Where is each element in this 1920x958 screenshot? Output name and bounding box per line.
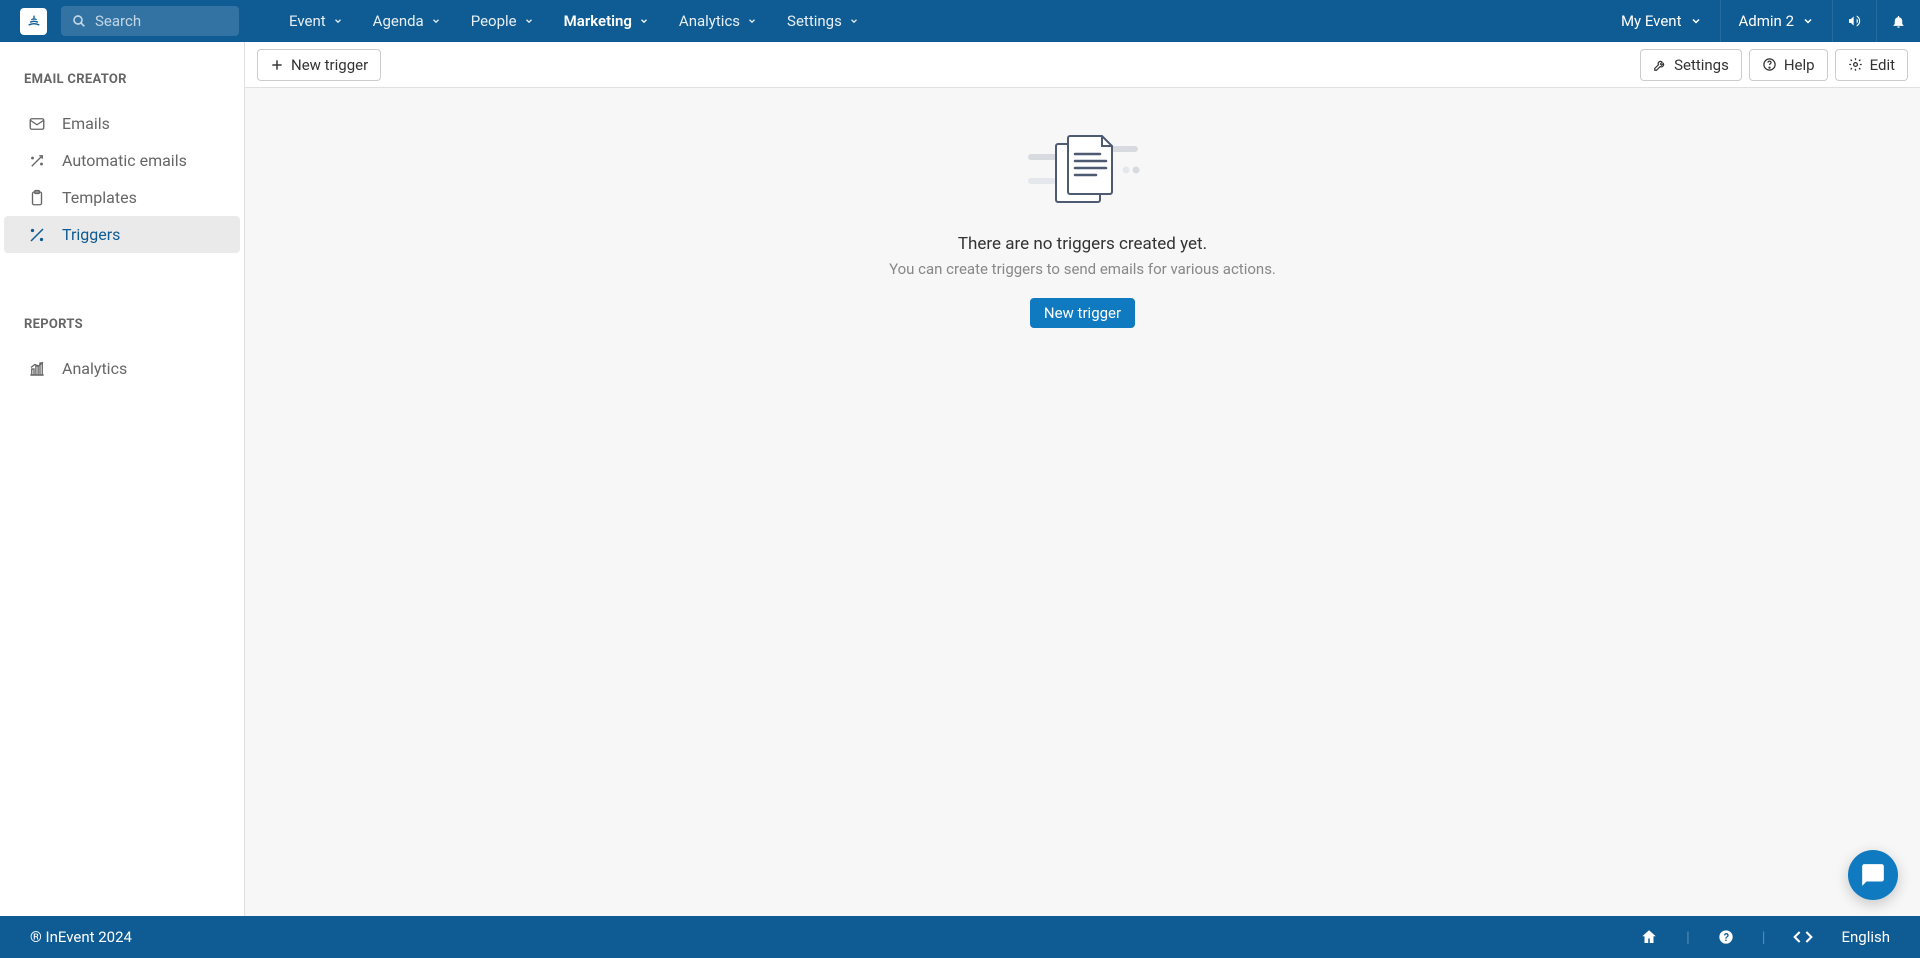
home-icon — [1640, 928, 1658, 946]
nav-settings-label: Settings — [787, 12, 842, 30]
question-circle-icon — [1762, 57, 1777, 72]
top-nav-right: My Event Admin 2 — [1603, 0, 1920, 42]
nav-marketing-label: Marketing — [564, 12, 632, 30]
sidebar-section-reports: REPORTS — [0, 311, 244, 350]
chevron-down-icon — [639, 16, 649, 26]
nav-analytics[interactable]: Analytics — [679, 12, 757, 30]
footer-copyright: ® InEvent 2024 — [30, 928, 132, 946]
sidebar-item-label: Templates — [62, 188, 137, 207]
chart-icon — [28, 360, 46, 378]
button-label: Settings — [1674, 56, 1729, 74]
sidebar-item-automatic-emails[interactable]: Automatic emails — [4, 142, 240, 179]
button-label: New trigger — [291, 56, 368, 74]
empty-documents-icon — [1018, 126, 1148, 216]
sidebar-item-label: Analytics — [62, 359, 127, 378]
new-trigger-button[interactable]: New trigger — [257, 49, 381, 81]
help-button[interactable]: Help — [1749, 49, 1828, 81]
toolbar: New trigger Settings Help Edit — [245, 42, 1920, 88]
sidebar-item-analytics[interactable]: Analytics — [4, 350, 240, 387]
nav-agenda-label: Agenda — [373, 12, 424, 30]
gear-icon — [1848, 57, 1863, 72]
top-nav: Event Agenda People Marketing Analytics … — [289, 12, 859, 30]
nav-settings[interactable]: Settings — [787, 12, 859, 30]
chevron-down-icon — [431, 16, 441, 26]
chevron-down-icon — [1690, 15, 1702, 27]
content-area: There are no triggers created yet. You c… — [245, 88, 1920, 916]
sidebar-item-emails[interactable]: Emails — [4, 105, 240, 142]
chevron-down-icon — [849, 16, 859, 26]
event-selector-label: My Event — [1621, 12, 1682, 30]
sidebar-item-templates[interactable]: Templates — [4, 179, 240, 216]
sidebar-item-label: Automatic emails — [62, 151, 187, 170]
nav-people[interactable]: People — [471, 12, 534, 30]
chat-widget[interactable] — [1848, 850, 1898, 900]
bullhorn-icon — [1847, 13, 1863, 29]
main-area: New trigger Settings Help Edit — [245, 42, 1920, 916]
chevron-down-icon — [747, 16, 757, 26]
envelope-icon — [28, 115, 46, 133]
magic-wand-icon — [28, 226, 46, 244]
user-menu[interactable]: Admin 2 — [1720, 0, 1832, 42]
announcement-button[interactable] — [1832, 0, 1876, 42]
code-icon — [1793, 927, 1813, 947]
search-box[interactable] — [61, 6, 239, 36]
empty-title: There are no triggers created yet. — [958, 234, 1207, 254]
brand-logo[interactable] — [20, 8, 47, 35]
search-icon — [71, 13, 87, 29]
sidebar-section-email-creator: EMAIL CREATOR — [0, 66, 244, 105]
bell-icon — [1891, 14, 1906, 29]
nav-event-label: Event — [289, 12, 326, 30]
nav-people-label: People — [471, 12, 517, 30]
footer-language[interactable]: English — [1841, 928, 1890, 946]
nav-event[interactable]: Event — [289, 12, 343, 30]
nav-marketing[interactable]: Marketing — [564, 12, 649, 30]
wrench-icon — [1653, 58, 1667, 72]
topbar: Event Agenda People Marketing Analytics … — [0, 0, 1920, 42]
footer-code[interactable] — [1793, 927, 1813, 947]
empty-subtitle: You can create triggers to send emails f… — [889, 260, 1276, 278]
search-input[interactable] — [95, 12, 229, 30]
question-icon — [1718, 929, 1734, 945]
wand-sparkle-icon — [28, 152, 46, 170]
button-label: Edit — [1870, 56, 1895, 74]
chat-icon — [1860, 862, 1886, 888]
plus-icon — [270, 58, 284, 72]
sidebar-item-triggers[interactable]: Triggers — [4, 216, 240, 253]
settings-button[interactable]: Settings — [1640, 49, 1742, 81]
sidebar-item-label: Emails — [62, 114, 110, 133]
event-selector[interactable]: My Event — [1603, 0, 1720, 42]
sidebar-item-label: Triggers — [62, 225, 120, 244]
nav-agenda[interactable]: Agenda — [373, 12, 441, 30]
footer: ® InEvent 2024 | | English — [0, 916, 1920, 958]
chevron-down-icon — [524, 16, 534, 26]
chevron-down-icon — [333, 16, 343, 26]
user-menu-label: Admin 2 — [1739, 12, 1794, 30]
new-trigger-cta[interactable]: New trigger — [1030, 298, 1135, 328]
sidebar: EMAIL CREATOR Emails Automatic emails Te… — [0, 42, 245, 916]
nav-analytics-label: Analytics — [679, 12, 740, 30]
footer-help[interactable] — [1718, 929, 1734, 945]
footer-home[interactable] — [1640, 928, 1658, 946]
notifications-button[interactable] — [1876, 0, 1920, 42]
edit-button[interactable]: Edit — [1835, 49, 1908, 81]
clipboard-icon — [28, 189, 46, 207]
chevron-down-icon — [1802, 15, 1814, 27]
button-label: Help — [1784, 56, 1815, 74]
